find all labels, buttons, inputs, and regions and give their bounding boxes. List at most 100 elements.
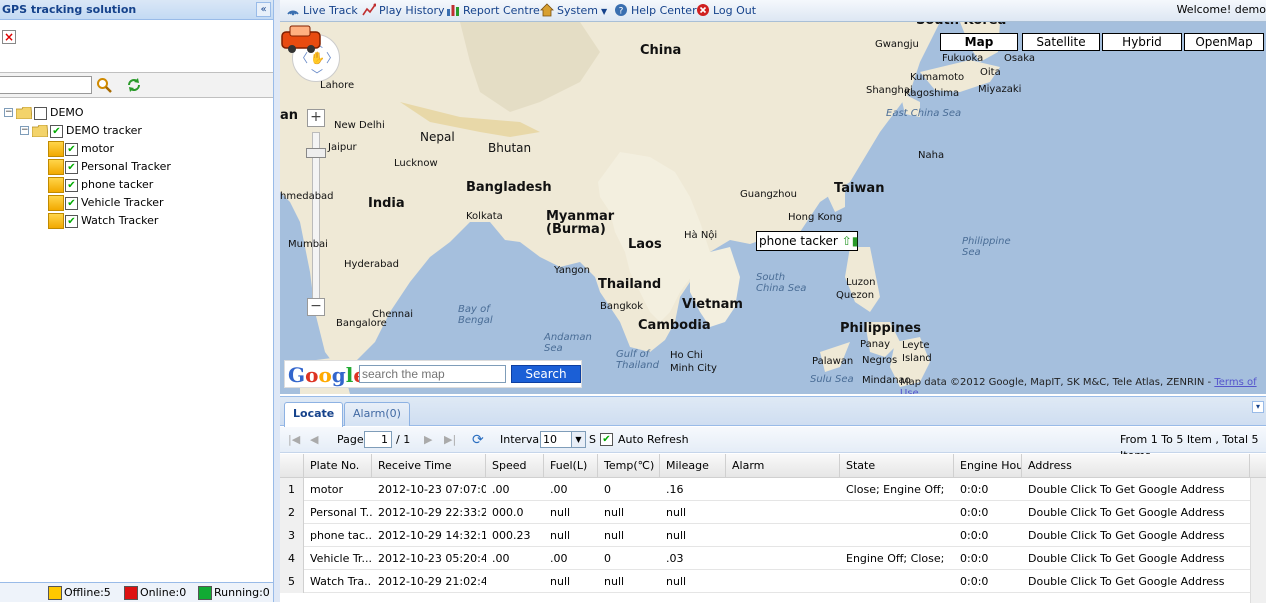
column-header[interactable]: Fuel(L): [544, 454, 598, 478]
zoom-in-button[interactable]: +: [307, 109, 325, 127]
pan-right-icon: 〉: [326, 51, 339, 65]
offline-swatch: [48, 586, 62, 600]
column-header[interactable]: State: [840, 454, 954, 478]
map-search-button[interactable]: Search: [511, 365, 581, 383]
last-page-icon[interactable]: ▶|: [444, 432, 456, 448]
live-track-button[interactable]: Live Track: [286, 3, 358, 19]
tree-checkbox[interactable]: ✔: [65, 197, 78, 210]
map-label-fukuoka: Fukuoka: [942, 53, 984, 64]
map-label-quezon: Quezon: [836, 290, 875, 301]
table-cell: [726, 547, 840, 570]
tree-checkbox[interactable]: ✔: [65, 215, 78, 228]
tab-locate[interactable]: Locate: [284, 402, 344, 427]
log-out-button[interactable]: Log Out: [696, 3, 756, 19]
tree-node[interactable]: ✔ motor: [0, 140, 273, 158]
table-cell: Double Click To Get Google Address: [1028, 552, 1225, 565]
refresh-icon[interactable]: [126, 77, 142, 93]
tree-checkbox[interactable]: ✔: [65, 161, 78, 174]
column-header[interactable]: [280, 454, 304, 478]
tree-node[interactable]: − DEMO: [0, 104, 273, 122]
map-label-panay: Panay: [860, 339, 891, 350]
map-view[interactable]: ︿ ﹀ 〈 〉 ✋ + − MapSatelliteHybridOpenMap …: [280, 22, 1266, 394]
refresh-icon[interactable]: ⟳: [472, 432, 484, 448]
map-label-guangzhou: Guangzhou: [740, 189, 797, 200]
running-count: Running:0: [198, 586, 270, 600]
help-center-button[interactable]: ? Help Center: [614, 3, 697, 19]
map-search-box: Google Search: [284, 360, 582, 388]
map-type-satellite-button[interactable]: Satellite: [1022, 33, 1100, 51]
collapse-toggle-icon[interactable]: −: [4, 108, 13, 117]
first-page-icon[interactable]: |◀: [288, 432, 300, 448]
tree-checkbox[interactable]: ✔: [65, 143, 78, 156]
system-menu[interactable]: System ▼: [540, 3, 607, 19]
top-toolbar: Live Track Play History Report Centre Sy…: [280, 0, 1266, 22]
column-header[interactable]: Temp(℃): [598, 454, 660, 478]
tree-node[interactable]: ✔ Vehicle Tracker: [0, 194, 273, 212]
table-row[interactable]: 1 motor 2012-10-23 07:07:02 .00 .00 0 .16 Close…: [280, 478, 1266, 501]
tree-checkbox[interactable]: [34, 107, 47, 120]
home-icon: [540, 3, 554, 17]
marker-label[interactable]: phone tacker ⇧▮: [756, 231, 858, 251]
prev-page-icon[interactable]: ◀: [310, 432, 318, 448]
folder-icon: [32, 125, 48, 137]
welcome-text: Welcome! demo: [1176, 3, 1266, 16]
column-header[interactable]: Receive Time: [372, 454, 486, 478]
map-label-philippine-sea: Philippine Sea: [962, 236, 1011, 258]
map-label-palawan: Palawan: [812, 356, 854, 367]
tree-checkbox[interactable]: ✔: [50, 125, 63, 138]
map-search-input[interactable]: [359, 365, 506, 383]
collapse-toggle-icon[interactable]: −: [20, 126, 29, 135]
column-header[interactable]: Speed: [486, 454, 544, 478]
table-row[interactable]: 3 phone tac... 2012-10-29 14:32:11 000.23 nu…: [280, 524, 1266, 547]
map-type-map-button[interactable]: Map: [940, 33, 1018, 51]
double-chevron-left-icon[interactable]: «: [256, 2, 271, 17]
map-label-leyte: Leyte Island: [902, 340, 932, 364]
map-label-bangladesh: Bangladesh: [466, 180, 552, 195]
column-header[interactable]: Engine Hour: [954, 454, 1022, 478]
column-header[interactable]: Plate No.: [304, 454, 372, 478]
play-history-button[interactable]: Play History: [362, 3, 445, 19]
map-type-openmap-button[interactable]: OpenMap: [1184, 33, 1264, 51]
tree-node[interactable]: ✔ Watch Tracker: [0, 212, 273, 230]
column-header[interactable]: Address: [1022, 454, 1250, 478]
tree-node[interactable]: − ✔ DEMO tracker: [0, 122, 273, 140]
table-cell: null: [604, 575, 625, 588]
search-input[interactable]: [0, 76, 92, 94]
car-marker-icon[interactable]: [280, 22, 324, 54]
table-cell: phone tac...: [310, 529, 372, 542]
table-cell: [486, 570, 544, 593]
status-footer: Offline:5 Online:0 Running:0: [0, 582, 273, 602]
table-cell: Double Click To Get Google Address: [1028, 483, 1225, 496]
map-label-pakistan: an: [280, 108, 299, 123]
table-row[interactable]: 5 Watch Tra... 2012-10-29 21:02:40 null null…: [280, 570, 1266, 593]
map-label-east-china-sea: East China Sea: [886, 108, 962, 119]
tree-node[interactable]: ✔ Personal Tracker: [0, 158, 273, 176]
interval-select[interactable]: 10 ▼: [540, 431, 586, 448]
auto-refresh-checkbox[interactable]: ✔: [600, 433, 613, 446]
signal-icon: [287, 10, 299, 16]
collapse-down-icon[interactable]: ▾: [1252, 401, 1264, 413]
row-number: 3: [280, 524, 304, 547]
table-row[interactable]: 2 Personal T... 2012-10-29 22:33:28 000.0 nu…: [280, 501, 1266, 524]
page-input[interactable]: 1: [364, 431, 392, 448]
column-header[interactable]: Mileage: [660, 454, 726, 478]
table-cell: null: [550, 529, 571, 542]
table-row[interactable]: 4 Vehicle Tr... 2012-10-23 05:20:48 .00 .00 0…: [280, 547, 1266, 570]
close-icon[interactable]: ×: [2, 30, 16, 44]
grid-scrollbar[interactable]: [1250, 478, 1266, 603]
next-page-icon[interactable]: ▶: [424, 432, 432, 448]
column-header[interactable]: Alarm: [726, 454, 840, 478]
offline-count: Offline:5: [48, 586, 111, 600]
tab-alarm[interactable]: Alarm(0): [344, 402, 410, 426]
map-type-hybrid-button[interactable]: Hybrid: [1102, 33, 1182, 51]
map-label-bangkok: Bangkok: [600, 301, 644, 312]
table-cell: 2012-10-23 07:07:02: [378, 483, 486, 496]
tree-checkbox[interactable]: ✔: [65, 179, 78, 192]
zoom-out-button[interactable]: −: [307, 298, 325, 316]
tab-bar: Locate Alarm(0) ▾: [280, 397, 1266, 427]
zoom-slider-thumb[interactable]: [306, 148, 326, 158]
tree-node[interactable]: ✔ phone tacker: [0, 176, 273, 194]
table-cell: Watch Tra...: [310, 575, 372, 588]
report-centre-button[interactable]: Report Centre: [446, 3, 540, 19]
search-icon[interactable]: [96, 77, 112, 93]
